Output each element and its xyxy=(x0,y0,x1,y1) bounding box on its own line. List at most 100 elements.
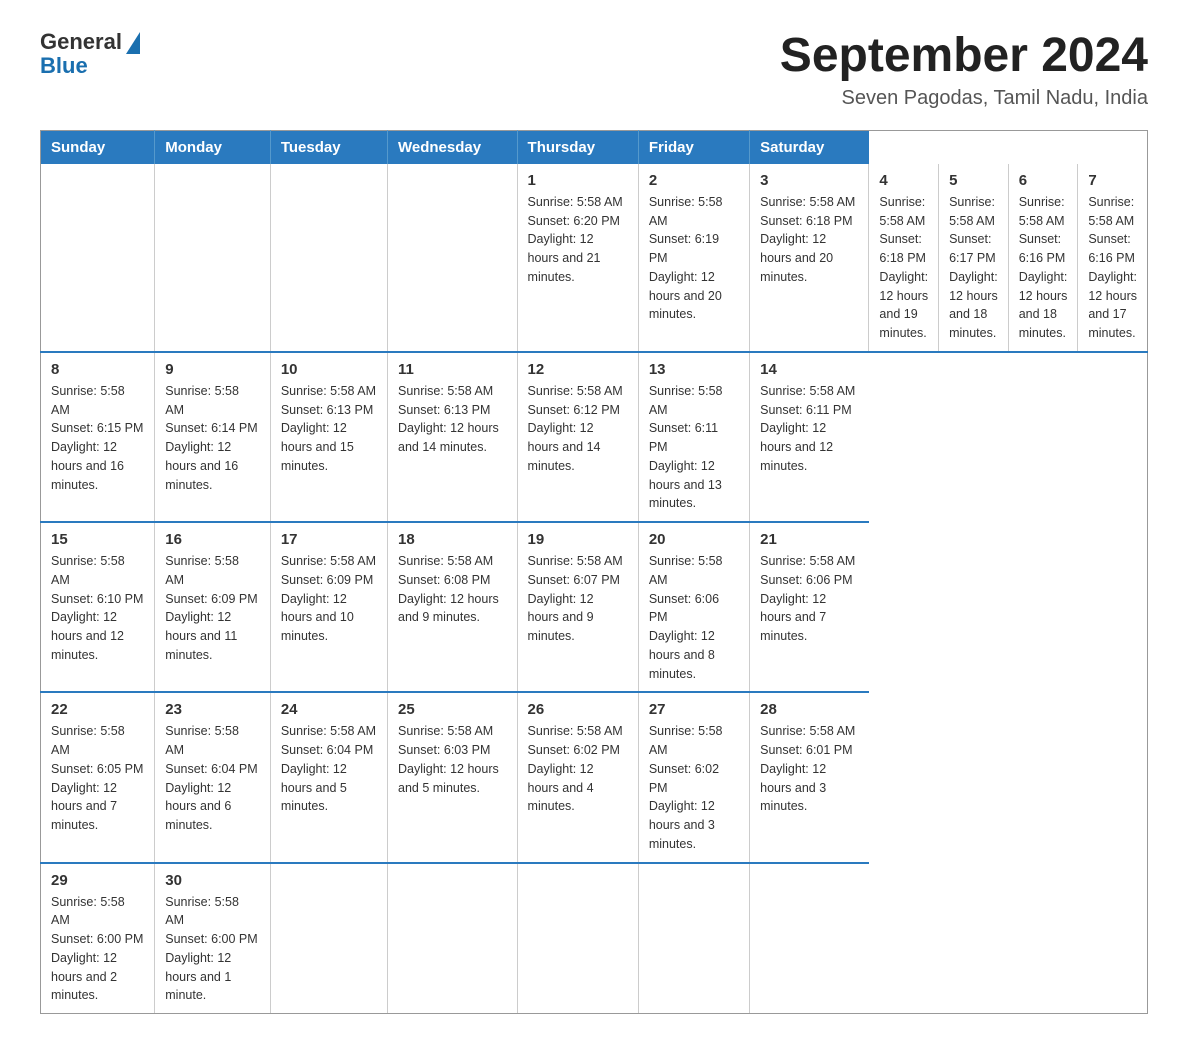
day-number: 23 xyxy=(165,701,260,718)
calendar-cell: 4Sunrise: 5:58 AMSunset: 6:18 PMDaylight… xyxy=(869,164,939,352)
calendar-cell xyxy=(638,863,749,1014)
calendar-week-row: 15Sunrise: 5:58 AMSunset: 6:10 PMDayligh… xyxy=(41,522,1148,692)
day-number: 29 xyxy=(51,872,144,889)
day-info: Sunrise: 5:58 AMSunset: 6:18 PMDaylight:… xyxy=(879,193,928,343)
day-number: 22 xyxy=(51,701,144,718)
day-info: Sunrise: 5:58 AMSunset: 6:03 PMDaylight:… xyxy=(398,722,507,797)
calendar-week-row: 22Sunrise: 5:58 AMSunset: 6:05 PMDayligh… xyxy=(41,692,1148,862)
calendar-cell xyxy=(388,863,518,1014)
calendar-cell xyxy=(517,863,638,1014)
day-number: 10 xyxy=(281,361,377,378)
calendar-cell: 13 Sunrise: 5:58 AMSunset: 6:11 PMDayligh… xyxy=(638,352,749,522)
day-info: Sunrise: 5:58 AMSunset: 6:04 PMDaylight:… xyxy=(281,722,377,816)
calendar-cell: 6 Sunrise: 5:58 AMSunset: 6:16 PMDaylight… xyxy=(1008,164,1078,352)
day-info: Sunrise: 5:58 AMSunset: 6:06 PMDaylight:… xyxy=(760,552,859,646)
day-info: Sunrise: 5:58 AMSunset: 6:15 PMDaylight:… xyxy=(51,382,144,495)
day-info: Sunrise: 5:58 AMSunset: 6:00 PMDaylight:… xyxy=(51,893,144,1006)
day-number: 28 xyxy=(760,701,859,718)
weekday-header-row: SundayMondayTuesdayWednesdayThursdayFrid… xyxy=(41,130,1148,164)
logo-blue-text: Blue xyxy=(40,54,140,78)
day-number: 24 xyxy=(281,701,377,718)
calendar-cell: 20Sunrise: 5:58 AMSunset: 6:06 PMDayligh… xyxy=(638,522,749,692)
day-number: 8 xyxy=(51,361,144,378)
calendar-cell: 11Sunrise: 5:58 AMSunset: 6:13 PMDayligh… xyxy=(388,352,518,522)
day-info: Sunrise: 5:58 AMSunset: 6:16 PMDaylight:… xyxy=(1088,193,1137,343)
day-info: Sunrise: 5:58 AMSunset: 6:17 PMDaylight:… xyxy=(949,193,998,343)
title-block: September 2024 Seven Pagodas, Tamil Nadu… xyxy=(780,30,1148,110)
day-number: 12 xyxy=(528,361,628,378)
calendar-cell xyxy=(270,164,387,352)
day-number: 30 xyxy=(165,872,260,889)
weekday-header-monday: Monday xyxy=(155,130,271,164)
calendar-cell xyxy=(270,863,387,1014)
day-info: Sunrise: 5:58 AMSunset: 6:16 PMDaylight:… xyxy=(1019,193,1068,343)
day-number: 20 xyxy=(649,531,739,548)
calendar-cell xyxy=(41,164,155,352)
day-info: Sunrise: 5:58 AMSunset: 6:09 PMDaylight:… xyxy=(165,552,260,665)
weekday-header-tuesday: Tuesday xyxy=(270,130,387,164)
calendar-cell: 22Sunrise: 5:58 AMSunset: 6:05 PMDayligh… xyxy=(41,692,155,862)
day-info: Sunrise: 5:58 AMSunset: 6:19 PMDaylight:… xyxy=(649,193,739,324)
calendar-cell: 7 Sunrise: 5:58 AMSunset: 6:16 PMDaylight… xyxy=(1078,164,1148,352)
calendar-cell: 18Sunrise: 5:58 AMSunset: 6:08 PMDayligh… xyxy=(388,522,518,692)
calendar-cell: 19Sunrise: 5:58 AMSunset: 6:07 PMDayligh… xyxy=(517,522,638,692)
calendar-cell: 5 Sunrise: 5:58 AMSunset: 6:17 PMDaylight… xyxy=(939,164,1009,352)
calendar-table: SundayMondayTuesdayWednesdayThursdayFrid… xyxy=(40,130,1148,1014)
day-info: Sunrise: 5:58 AMSunset: 6:01 PMDaylight:… xyxy=(760,722,859,816)
weekday-header-wednesday: Wednesday xyxy=(388,130,518,164)
calendar-cell: 14 Sunrise: 5:58 AMSunset: 6:11 PMDayligh… xyxy=(750,352,869,522)
weekday-header-thursday: Thursday xyxy=(517,130,638,164)
calendar-week-row: 1Sunrise: 5:58 AMSunset: 6:20 PMDaylight… xyxy=(41,164,1148,352)
day-info: Sunrise: 5:58 AMSunset: 6:09 PMDaylight:… xyxy=(281,552,377,646)
day-info: Sunrise: 5:58 AMSunset: 6:08 PMDaylight:… xyxy=(398,552,507,627)
day-number: 15 xyxy=(51,531,144,548)
day-info: Sunrise: 5:58 AMSunset: 6:18 PMDaylight:… xyxy=(760,193,858,287)
day-number: 9 xyxy=(165,361,260,378)
day-number: 14 xyxy=(760,361,859,378)
day-number: 7 xyxy=(1088,172,1137,189)
calendar-cell: 21Sunrise: 5:58 AMSunset: 6:06 PMDayligh… xyxy=(750,522,869,692)
day-number: 6 xyxy=(1019,172,1068,189)
weekday-header-friday: Friday xyxy=(638,130,749,164)
calendar-cell xyxy=(155,164,271,352)
calendar-cell: 8 Sunrise: 5:58 AMSunset: 6:15 PMDaylight… xyxy=(41,352,155,522)
day-number: 5 xyxy=(949,172,998,189)
calendar-week-row: 29 Sunrise: 5:58 AMSunset: 6:00 PMDayligh… xyxy=(41,863,1148,1014)
day-info: Sunrise: 5:58 AMSunset: 6:12 PMDaylight:… xyxy=(528,382,628,476)
logo: General Blue xyxy=(40,30,140,78)
month-title: September 2024 xyxy=(780,30,1148,83)
calendar-cell: 2 Sunrise: 5:58 AMSunset: 6:19 PMDaylight… xyxy=(638,164,749,352)
day-number: 3 xyxy=(760,172,858,189)
day-info: Sunrise: 5:58 AMSunset: 6:20 PMDaylight:… xyxy=(528,193,628,287)
calendar-week-row: 8 Sunrise: 5:58 AMSunset: 6:15 PMDaylight… xyxy=(41,352,1148,522)
day-number: 13 xyxy=(649,361,739,378)
calendar-cell: 29 Sunrise: 5:58 AMSunset: 6:00 PMDayligh… xyxy=(41,863,155,1014)
calendar-cell: 24 Sunrise: 5:58 AMSunset: 6:04 PMDayligh… xyxy=(270,692,387,862)
day-number: 2 xyxy=(649,172,739,189)
day-info: Sunrise: 5:58 AMSunset: 6:13 PMDaylight:… xyxy=(281,382,377,476)
calendar-cell: 27Sunrise: 5:58 AMSunset: 6:02 PMDayligh… xyxy=(638,692,749,862)
calendar-cell: 9 Sunrise: 5:58 AMSunset: 6:14 PMDaylight… xyxy=(155,352,271,522)
day-number: 26 xyxy=(528,701,628,718)
calendar-cell xyxy=(750,863,869,1014)
day-info: Sunrise: 5:58 AMSunset: 6:04 PMDaylight:… xyxy=(165,722,260,835)
day-info: Sunrise: 5:58 AMSunset: 6:02 PMDaylight:… xyxy=(528,722,628,816)
day-info: Sunrise: 5:58 AMSunset: 6:11 PMDaylight:… xyxy=(649,382,739,513)
weekday-header-sunday: Sunday xyxy=(41,130,155,164)
calendar-cell: 26 Sunrise: 5:58 AMSunset: 6:02 PMDayligh… xyxy=(517,692,638,862)
day-number: 19 xyxy=(528,531,628,548)
calendar-cell: 1Sunrise: 5:58 AMSunset: 6:20 PMDaylight… xyxy=(517,164,638,352)
calendar-cell: 25Sunrise: 5:58 AMSunset: 6:03 PMDayligh… xyxy=(388,692,518,862)
calendar-cell: 12 Sunrise: 5:58 AMSunset: 6:12 PMDayligh… xyxy=(517,352,638,522)
calendar-cell: 3 Sunrise: 5:58 AMSunset: 6:18 PMDaylight… xyxy=(750,164,869,352)
page-header: General Blue September 2024 Seven Pagoda… xyxy=(40,30,1148,110)
calendar-cell xyxy=(388,164,518,352)
weekday-header-saturday: Saturday xyxy=(750,130,869,164)
day-info: Sunrise: 5:58 AMSunset: 6:02 PMDaylight:… xyxy=(649,722,739,853)
day-info: Sunrise: 5:58 AMSunset: 6:14 PMDaylight:… xyxy=(165,382,260,495)
calendar-cell: 23 Sunrise: 5:58 AMSunset: 6:04 PMDayligh… xyxy=(155,692,271,862)
calendar-cell: 28 Sunrise: 5:58 AMSunset: 6:01 PMDayligh… xyxy=(750,692,869,862)
location-subtitle: Seven Pagodas, Tamil Nadu, India xyxy=(780,87,1148,110)
day-number: 11 xyxy=(398,361,507,378)
day-info: Sunrise: 5:58 AMSunset: 6:11 PMDaylight:… xyxy=(760,382,859,476)
